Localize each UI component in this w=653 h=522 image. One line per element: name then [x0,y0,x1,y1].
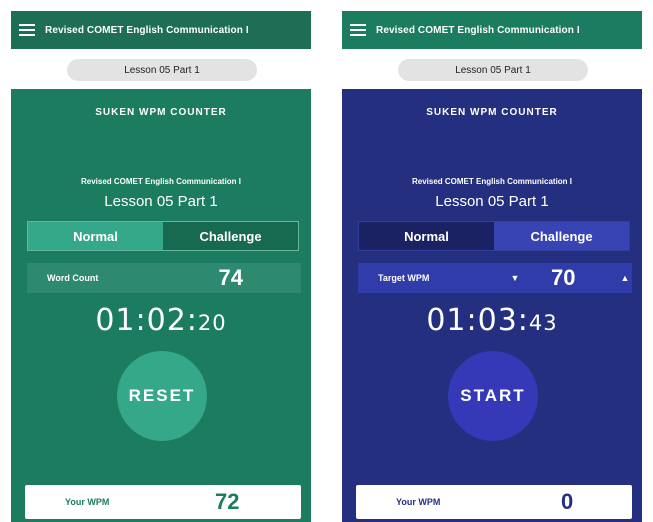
your-wpm-label: Your WPM [65,497,110,507]
counter-title: SUKEN WPM COUNTER [95,107,227,118]
lesson-tab[interactable]: Lesson 05 Part 1 [67,59,257,81]
counter-title: SUKEN WPM COUNTER [426,107,558,118]
mode-toggle: Normal Challenge [27,221,299,251]
app-title: Revised COMET English Communication I [45,24,249,36]
mode-challenge-button[interactable]: Challenge [163,222,298,250]
word-count-label: Word Count [47,273,99,283]
timer-main: 01:03: [426,303,529,338]
lesson-tab-bar: Lesson 05 Part 1 [342,49,642,89]
your-wpm-bar: Your WPM 72 [25,485,301,519]
right-phone-screen: Revised COMET English Communication I Le… [342,11,642,522]
target-wpm-row: Target WPM ▼ 70 ▲ [358,263,632,293]
lesson-title: Lesson 05 Part 1 [104,193,218,210]
mode-challenge-button[interactable]: Challenge [494,222,629,250]
your-wpm-value: 72 [215,489,240,514]
timer-display: 01:03:43 [342,303,642,338]
app-title: Revised COMET English Communication I [376,24,580,36]
timer-centiseconds: 20 [197,311,227,335]
your-wpm-label: Your WPM [396,497,441,507]
lesson-tab[interactable]: Lesson 05 Part 1 [398,59,588,81]
your-wpm-bar: Your WPM 0 [356,485,632,519]
lesson-title: Lesson 05 Part 1 [435,193,549,210]
course-subtitle: Revised COMET English Communication I [80,177,242,186]
decrease-target-icon[interactable]: ▼ [508,271,522,285]
increase-target-icon[interactable]: ▲ [618,271,632,285]
left-phone-screen: Revised COMET English Communication I Le… [11,11,311,522]
mode-normal-button[interactable]: Normal [359,222,494,250]
word-count-value: 74 [218,265,243,290]
app-header: Revised COMET English Communication I [342,11,642,49]
target-wpm-value: 70 [551,265,576,290]
reset-button[interactable]: RESET [117,351,207,441]
timer-centiseconds: 43 [528,311,558,335]
your-wpm-value: 0 [561,489,574,514]
mode-toggle: Normal Challenge [358,221,630,251]
lesson-tab-bar: Lesson 05 Part 1 [11,49,311,89]
timer-main: 01:02: [95,303,198,338]
word-count-row: Word Count 74 [27,263,301,293]
target-wpm-label: Target WPM [378,273,430,283]
mode-normal-button[interactable]: Normal [28,222,163,250]
timer-display: 01:02:20 [11,303,311,338]
app-header: Revised COMET English Communication I [11,11,311,49]
hamburger-menu-icon[interactable] [350,24,366,36]
start-button[interactable]: START [448,351,538,441]
hamburger-menu-icon[interactable] [19,24,35,36]
course-subtitle: Revised COMET English Communication I [411,177,573,186]
